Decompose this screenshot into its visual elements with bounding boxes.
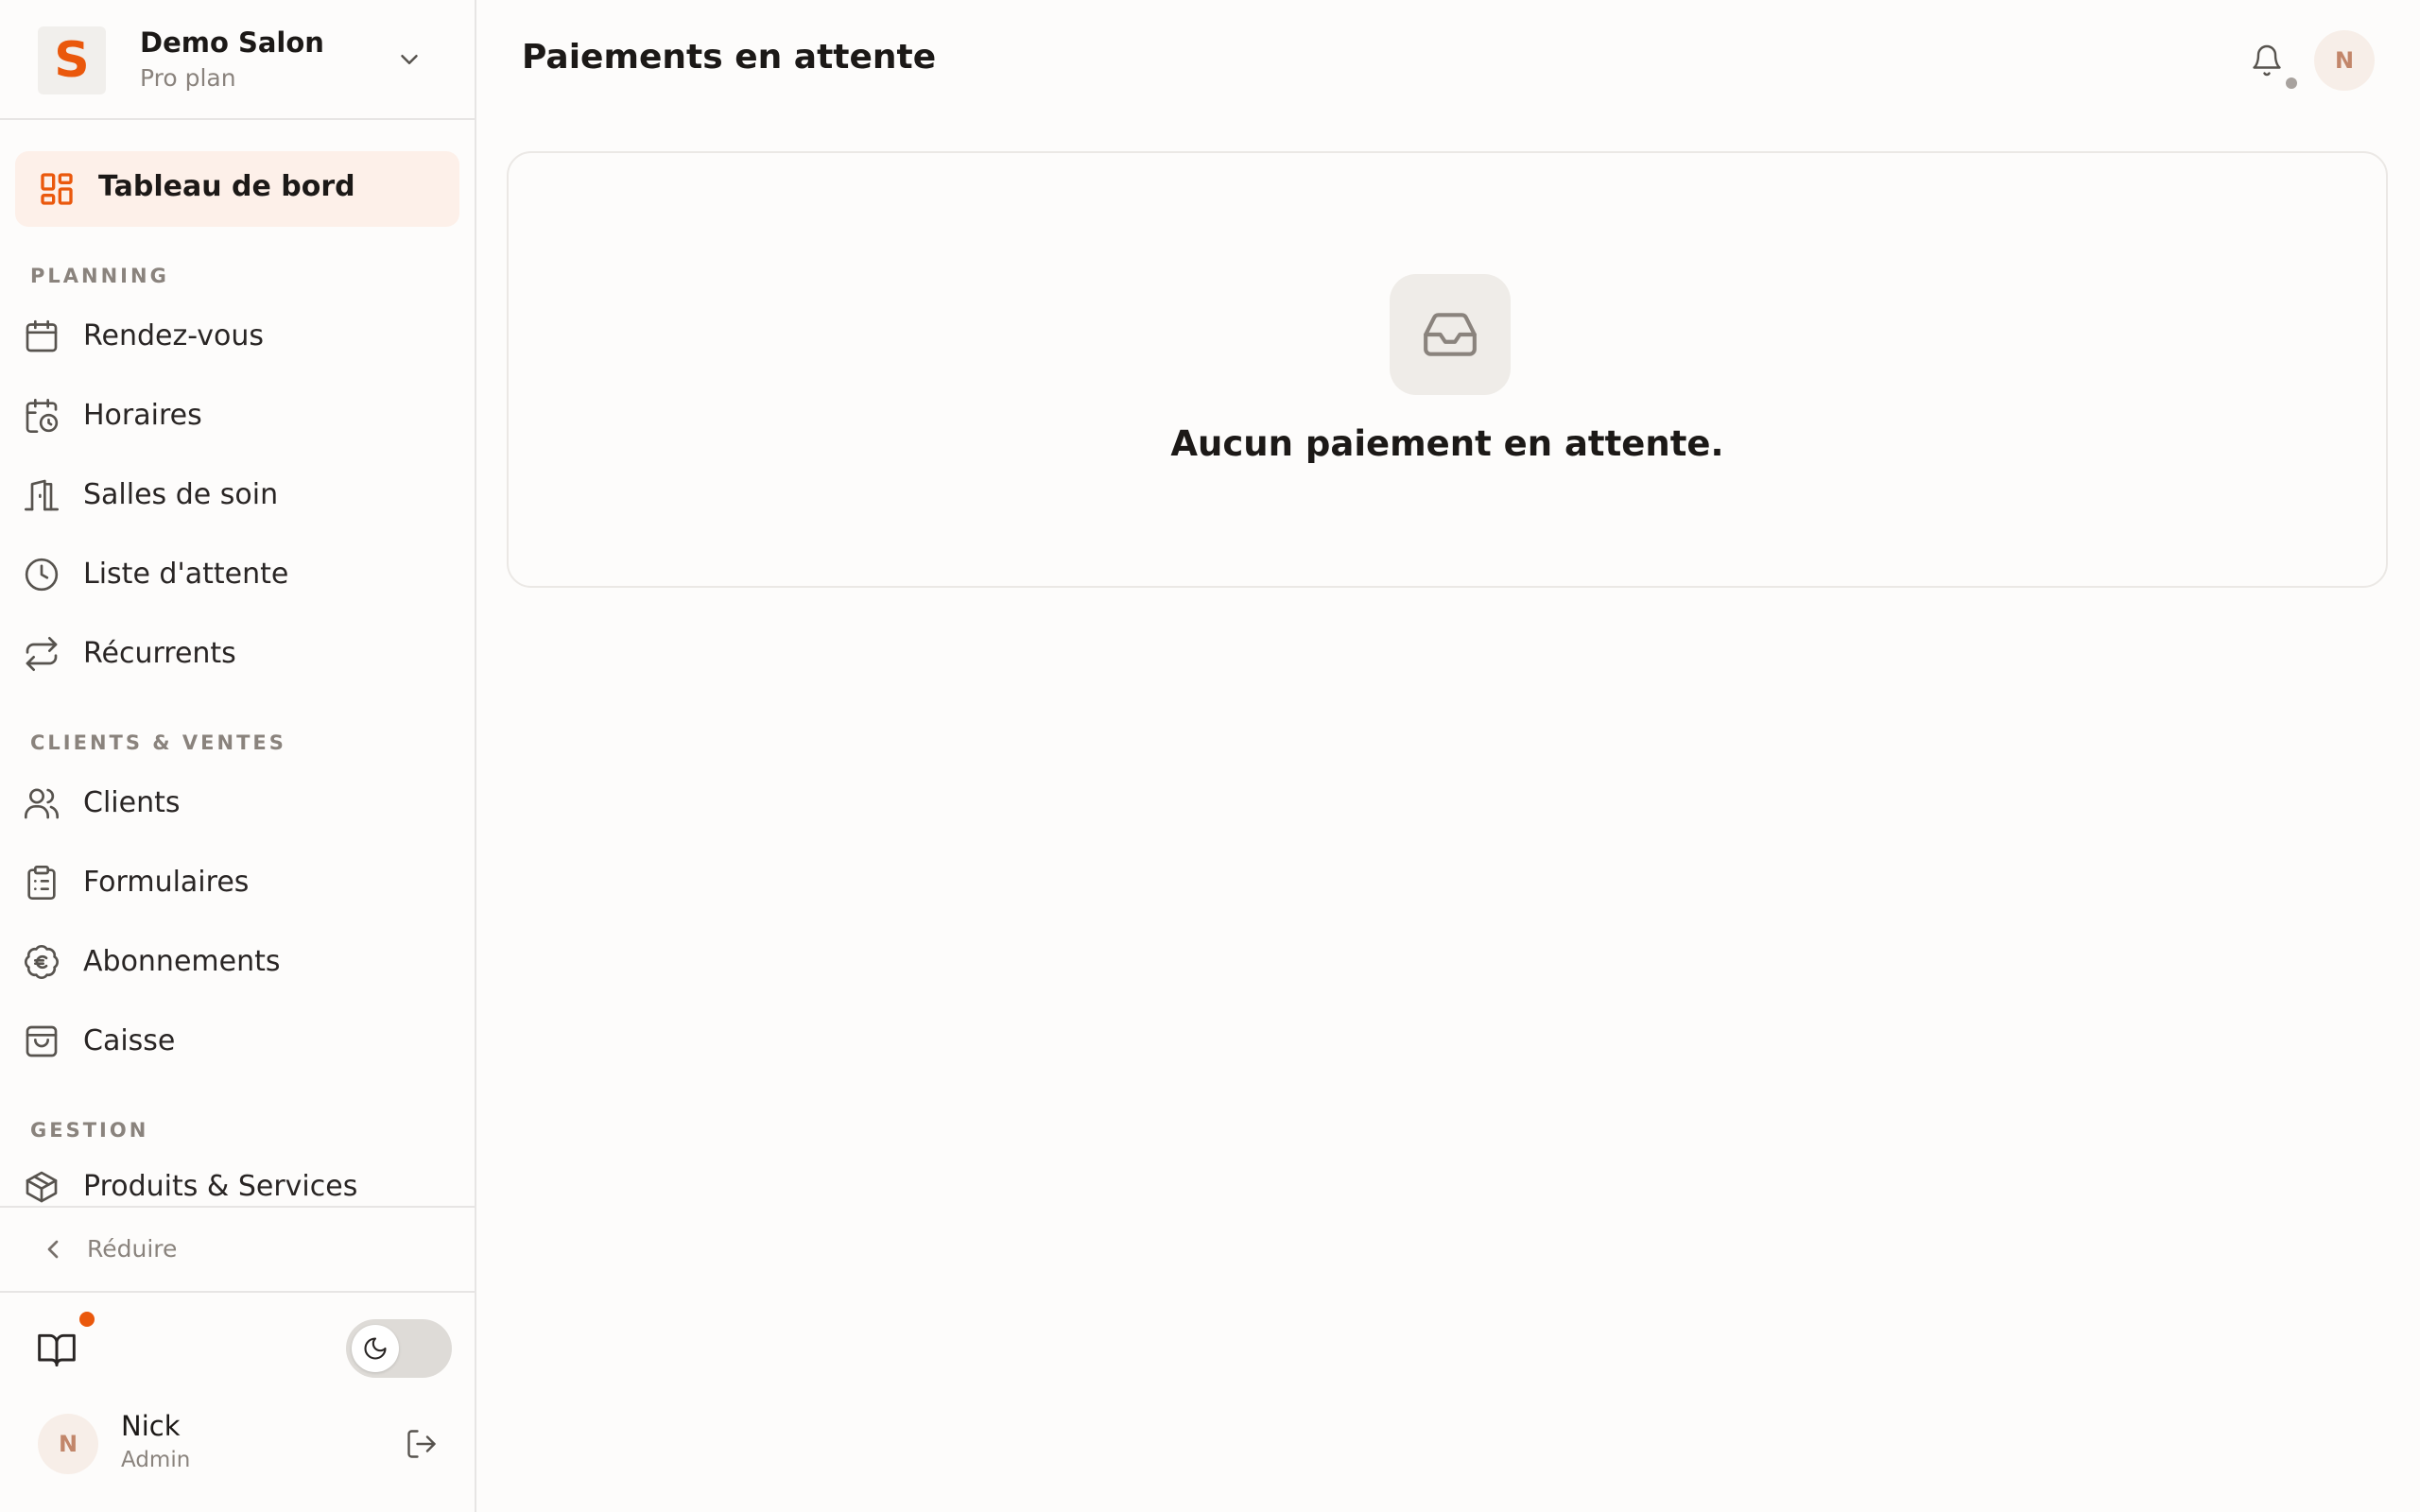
repeat-icon <box>23 635 60 673</box>
empty-state-message: Aucun paiement en attente. <box>1170 423 1724 464</box>
bell-icon[interactable] <box>2250 42 2284 79</box>
empty-state-icon-box <box>1390 274 1511 395</box>
sidebar-scroll-area: Produits & Services <box>0 1162 475 1206</box>
nav-item-caisse[interactable]: Caisse <box>0 1013 473 1070</box>
door-icon <box>23 476 60 514</box>
nav-item-label: Tableau de bord <box>98 170 355 203</box>
theme-toggle[interactable] <box>346 1319 452 1378</box>
nav-item-rendez-vous[interactable]: Rendez-vous <box>0 308 473 365</box>
package-icon <box>23 1168 60 1206</box>
moon-icon <box>362 1335 389 1362</box>
nav-item-label: Rendez-vous <box>83 319 264 352</box>
brand-logo-letter: S <box>54 32 90 89</box>
chevron-down-icon <box>395 45 424 74</box>
nav-item-clients[interactable]: Clients <box>0 775 473 832</box>
dashboard-icon <box>38 170 76 208</box>
section-title-clients-ventes: CLIENTS & VENTES <box>30 731 286 754</box>
nav-item-label: Produits & Services <box>83 1170 358 1203</box>
collapse-label: Réduire <box>87 1235 178 1263</box>
chevron-left-icon <box>38 1234 68 1264</box>
nav-item-label: Clients <box>83 786 181 819</box>
clipboard-icon <box>23 864 60 902</box>
section-title-gestion: GESTION <box>30 1119 149 1142</box>
nav-item-salles-de-soin[interactable]: Salles de soin <box>0 467 473 524</box>
nav-item-label: Salles de soin <box>83 478 279 511</box>
nav-item-liste-d-attente[interactable]: Liste d'attente <box>0 546 473 603</box>
avatar[interactable]: N <box>38 1414 98 1474</box>
calendar-icon <box>23 318 60 355</box>
workspace-plan: Pro plan <box>140 64 236 92</box>
nav-item-label: Horaires <box>83 399 202 432</box>
nav-item-label: Récurrents <box>83 637 236 670</box>
users-icon <box>23 784 60 822</box>
clock-icon <box>23 556 60 593</box>
book-open-icon[interactable] <box>36 1329 78 1370</box>
inbox-icon <box>1421 305 1479 364</box>
nav-item-abonnements[interactable]: Abonnements <box>0 934 473 990</box>
nav-item-produits-services[interactable]: Produits & Services <box>0 1162 473 1206</box>
nav-item-label: Abonnements <box>83 945 281 978</box>
notification-dot <box>79 1312 95 1327</box>
logout-icon[interactable] <box>405 1427 439 1461</box>
brand-logo: S <box>38 26 106 94</box>
user-role: Admin <box>121 1448 191 1472</box>
nav-item-formulaires[interactable]: Formulaires <box>0 854 473 911</box>
sidebar: S Demo Salon Pro plan Tableau de bord PL… <box>0 0 476 1512</box>
workspace-switcher[interactable]: S Demo Salon Pro plan <box>0 0 475 120</box>
collapse-sidebar-button[interactable]: Réduire <box>0 1206 475 1293</box>
calendar-clock-icon <box>23 397 60 435</box>
page-title: Paiements en attente <box>522 38 937 77</box>
user-name: Nick <box>121 1410 181 1442</box>
notification-dot <box>2286 77 2297 89</box>
avatar[interactable]: N <box>2314 30 2375 91</box>
nav-item-dashboard[interactable]: Tableau de bord <box>15 151 459 227</box>
empty-state-card: Aucun paiement en attente. <box>507 151 2388 588</box>
nav-item-label: Formulaires <box>83 866 250 899</box>
nav-item-label: Caisse <box>83 1024 176 1057</box>
theme-toggle-knob <box>352 1325 399 1372</box>
section-title-planning: PLANNING <box>30 265 169 287</box>
nav-item-label: Liste d'attente <box>83 558 289 591</box>
euro-badge-icon <box>23 943 60 981</box>
nav-item-horaires[interactable]: Horaires <box>0 387 473 444</box>
nav-item-recurrents[interactable]: Récurrents <box>0 626 473 682</box>
shopping-bag-icon <box>23 1022 60 1060</box>
workspace-name: Demo Salon <box>140 26 324 59</box>
